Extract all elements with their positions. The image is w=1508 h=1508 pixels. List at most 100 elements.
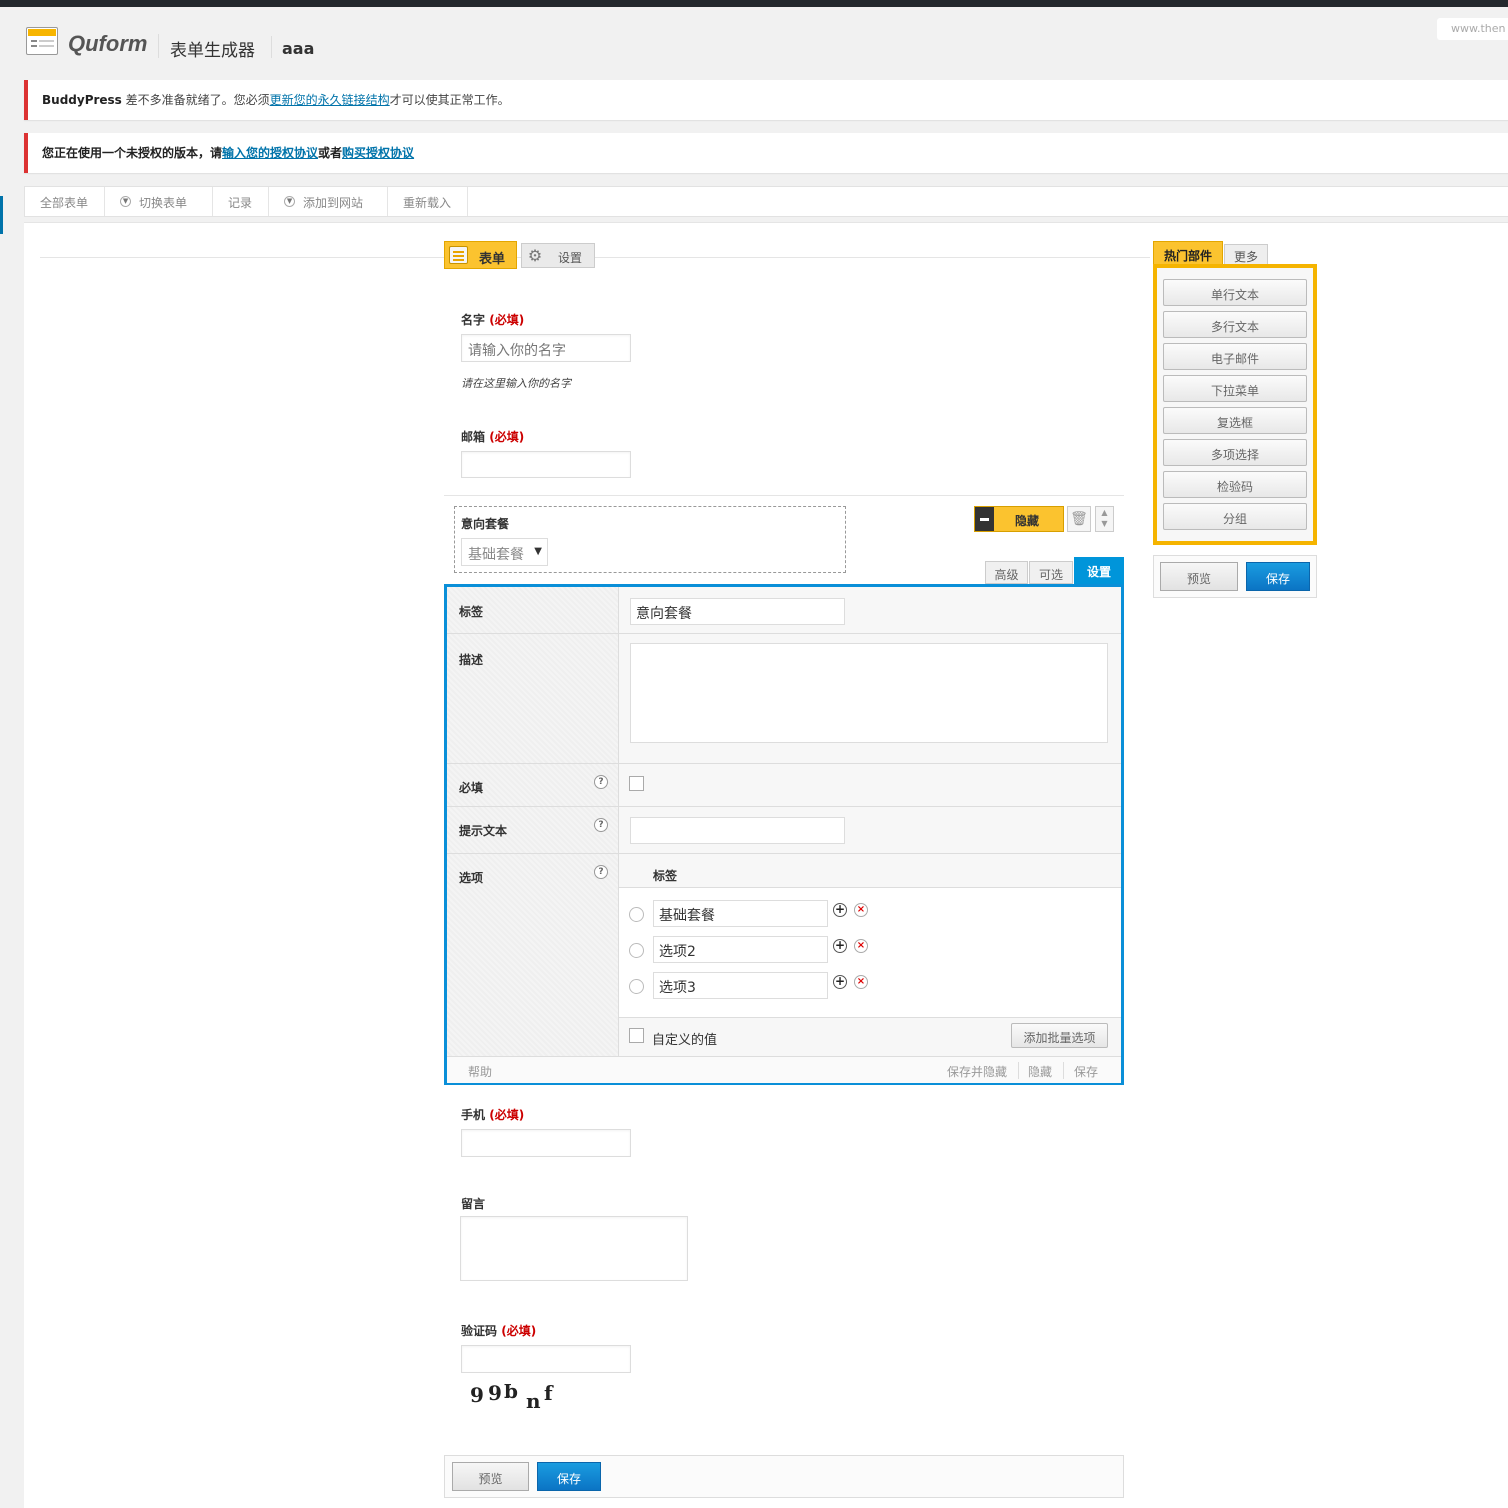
option-default-radio[interactable] bbox=[629, 907, 644, 922]
phone-input[interactable] bbox=[461, 1129, 631, 1157]
email-input[interactable] bbox=[461, 451, 631, 478]
email-label: 邮箱 (必填) bbox=[461, 430, 525, 444]
bottom-action-bar: 预览 保存 bbox=[444, 1455, 1124, 1498]
divider bbox=[444, 495, 1124, 496]
sidebar-save-button[interactable]: 保存 bbox=[1246, 562, 1310, 591]
notice-plugin-name: BuddyPress bbox=[42, 93, 122, 107]
admin-menu-edge bbox=[0, 196, 3, 234]
notice-text: 或者 bbox=[318, 146, 343, 160]
add-option-icon[interactable]: + bbox=[833, 903, 847, 917]
toolbar-switch-form[interactable]: ▼ 切换表单 bbox=[105, 187, 214, 216]
save-link[interactable]: 保存 bbox=[1074, 1063, 1098, 1080]
subtab-optional[interactable]: 可选 bbox=[1029, 561, 1073, 584]
buy-license-link[interactable]: 购买授权协议 bbox=[342, 146, 414, 160]
widget-captcha[interactable]: 检验码 bbox=[1163, 471, 1307, 498]
form-toolbar: 全部表单 ▼ 切换表单 记录 ▼ 添加到网站 重新载入 bbox=[24, 186, 1508, 217]
tab-more-widgets[interactable]: 更多 bbox=[1224, 244, 1268, 266]
sidebar-action-box: 预览 保存 bbox=[1153, 555, 1317, 598]
help-icon[interactable]: ? bbox=[594, 865, 608, 879]
option-input[interactable]: 选项3 bbox=[653, 972, 828, 999]
help-icon[interactable]: ? bbox=[594, 818, 608, 832]
settings-row-label: 标签 意向套餐 bbox=[447, 587, 1121, 634]
remove-option-icon[interactable]: × bbox=[854, 975, 868, 989]
widget-dropdown[interactable]: 下拉菜单 bbox=[1163, 375, 1307, 402]
tab-settings[interactable]: ⚙ 设置 bbox=[521, 243, 595, 268]
widget-list: 单行文本 多行文本 电子邮件 下拉菜单 复选框 多项选择 检验码 分组 bbox=[1153, 264, 1317, 545]
label-input[interactable]: 意向套餐 bbox=[630, 598, 845, 625]
svg-text:q: q bbox=[504, 1383, 518, 1407]
phone-label: 手机 (必填) bbox=[461, 1108, 525, 1122]
admin-top-bar bbox=[0, 0, 1508, 7]
add-option-icon[interactable]: + bbox=[833, 939, 847, 953]
option-input[interactable]: 基础套餐 bbox=[653, 900, 828, 927]
custom-value-checkbox[interactable] bbox=[629, 1028, 644, 1043]
save-and-hide-link[interactable]: 保存并隐藏 bbox=[947, 1063, 1007, 1080]
required-checkbox[interactable] bbox=[629, 776, 644, 791]
toolbar-label: 记录 bbox=[228, 196, 253, 210]
notice-text: 差不多准备就绪了。您必须 bbox=[121, 93, 270, 107]
tab-popular-widgets[interactable]: 热门部件 bbox=[1153, 241, 1223, 266]
permalink-link[interactable]: 更新您的永久链接结构 bbox=[270, 93, 390, 107]
toolbar-records[interactable]: 记录 bbox=[213, 187, 270, 216]
remove-option-icon[interactable]: × bbox=[854, 903, 868, 917]
form-icon bbox=[449, 246, 468, 264]
select-value: 基础套餐 bbox=[468, 547, 524, 563]
settings-footer: 帮助 保存并隐藏 隐藏 保存 bbox=[447, 1056, 1121, 1083]
captcha-input[interactable] bbox=[461, 1345, 631, 1373]
row-label: 标签 bbox=[447, 587, 619, 633]
name-input[interactable]: 请输入你的名字 bbox=[461, 334, 631, 362]
toolbar-add-to-site[interactable]: ▼ 添加到网站 bbox=[269, 187, 389, 216]
move-handle-icon[interactable]: ▲ ▼ bbox=[1095, 506, 1114, 532]
widget-checkbox[interactable]: 复选框 bbox=[1163, 407, 1307, 434]
notice-buddypress: BuddyPress 差不多准备就绪了。您必须更新您的永久链接结构才可以使其正常… bbox=[24, 80, 1508, 120]
toolbar-all-forms[interactable]: 全部表单 bbox=[25, 187, 106, 216]
enter-license-link[interactable]: 输入您的授权协议 bbox=[222, 146, 318, 160]
toolbar-label: 添加到网站 bbox=[303, 196, 364, 210]
subtab-settings[interactable]: 设置 bbox=[1074, 557, 1124, 585]
divider bbox=[40, 257, 1150, 258]
add-option-icon[interactable]: + bbox=[833, 975, 847, 989]
toolbar-reload[interactable]: 重新载入 bbox=[388, 187, 469, 216]
tab-label: 表单 bbox=[479, 252, 506, 267]
widget-multi-line-text[interactable]: 多行文本 bbox=[1163, 311, 1307, 338]
options-column-header: 标签 bbox=[619, 854, 1121, 888]
row-label: 必填 bbox=[459, 781, 484, 795]
save-button[interactable]: 保存 bbox=[537, 1462, 601, 1491]
brand-name: Quform bbox=[68, 31, 148, 56]
notice-license: 您正在使用一个未授权的版本，请输入您的授权协议或者购买授权协议 bbox=[24, 133, 1508, 173]
widget-multiple-choice[interactable]: 多项选择 bbox=[1163, 439, 1307, 466]
bulk-add-options-button[interactable]: 添加批量选项 bbox=[1011, 1023, 1108, 1048]
hide-link[interactable]: 隐藏 bbox=[1028, 1063, 1052, 1080]
widget-email[interactable]: 电子邮件 bbox=[1163, 343, 1307, 370]
option-default-radio[interactable] bbox=[629, 979, 644, 994]
help-link[interactable]: 帮助 bbox=[468, 1063, 492, 1080]
option-input[interactable]: 选项2 bbox=[653, 936, 828, 963]
chevron-down-icon: ▼ bbox=[284, 196, 296, 207]
message-textarea[interactable] bbox=[460, 1216, 688, 1281]
toolbar-label: 全部表单 bbox=[40, 196, 89, 210]
description-textarea[interactable] bbox=[630, 643, 1108, 743]
option-default-radio[interactable] bbox=[629, 943, 644, 958]
svg-text:f: f bbox=[544, 1381, 554, 1405]
tooltip-input[interactable] bbox=[630, 817, 845, 844]
trash-icon[interactable]: 🗑 bbox=[1067, 506, 1091, 532]
button-label: 隐藏 bbox=[1015, 514, 1040, 528]
subtab-advanced[interactable]: 高级 bbox=[985, 561, 1028, 584]
url-snippet[interactable]: www.then bbox=[1437, 18, 1508, 40]
captcha-label: 验证码 (必填) bbox=[461, 1324, 537, 1338]
notice-text: 才可以使其正常工作。 bbox=[389, 93, 510, 107]
help-icon[interactable]: ? bbox=[594, 775, 608, 789]
settings-row-description: 描述 bbox=[447, 634, 1121, 764]
notice-text: 您正在使用一个未授权的版本，请 bbox=[42, 146, 223, 160]
tab-form[interactable]: 表单 bbox=[444, 241, 517, 269]
remove-option-icon[interactable]: × bbox=[854, 939, 868, 953]
toolbar-label: 切换表单 bbox=[139, 196, 188, 210]
row-label: 提示文本 bbox=[459, 824, 508, 838]
widget-single-line-text[interactable]: 单行文本 bbox=[1163, 279, 1307, 306]
svg-text:9: 9 bbox=[470, 1383, 484, 1407]
hide-field-button[interactable]: 隐藏 bbox=[974, 506, 1064, 532]
sidebar-preview-button[interactable]: 预览 bbox=[1160, 562, 1238, 591]
widget-group[interactable]: 分组 bbox=[1163, 503, 1307, 530]
package-select[interactable]: 基础套餐 ▼ bbox=[461, 538, 548, 566]
preview-button[interactable]: 预览 bbox=[452, 1462, 529, 1491]
